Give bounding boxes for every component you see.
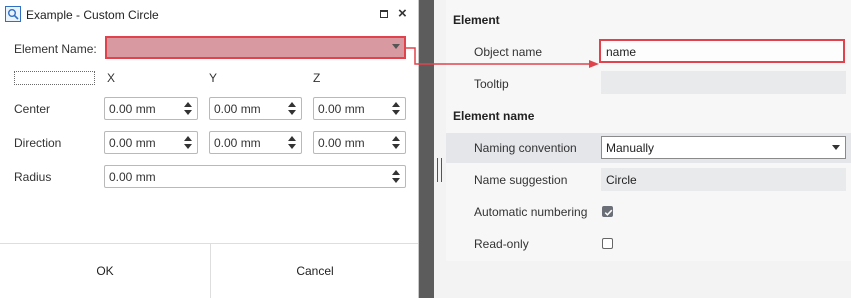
center-y-spinbox[interactable]: 0.00 mm [209,97,302,120]
tooltip-input[interactable] [601,71,846,94]
direction-z-value: 0.00 mm [318,136,365,150]
direction-y-value: 0.00 mm [214,136,261,150]
maximize-icon[interactable] [380,10,388,18]
axis-label-x: X [107,71,116,85]
direction-x-value: 0.00 mm [109,136,156,150]
direction-z-spinbox[interactable]: 0.00 mm [313,131,406,154]
name-suggestion-label: Name suggestion [474,173,568,187]
dialog-titlebar: Example - Custom Circle × [0,0,418,30]
dialog-title: Example - Custom Circle [26,8,159,22]
pane-splitter[interactable] [419,0,434,298]
ok-button[interactable]: OK [0,244,210,298]
object-name-label: Object name [474,45,543,59]
element-name-dropdown[interactable] [105,36,406,59]
naming-convention-label: Naming convention [474,141,577,155]
direction-x-spinbox[interactable]: 0.00 mm [104,131,198,154]
dialog-button-bar: OK Cancel [0,243,418,298]
close-icon[interactable]: × [398,5,407,23]
radius-value: 0.00 mm [109,170,156,184]
cancel-button[interactable]: Cancel [210,244,419,298]
spin-arrows-icon[interactable] [392,170,400,184]
search-app-icon [5,6,21,22]
center-z-value: 0.00 mm [318,102,365,116]
focus-placeholder [14,71,95,85]
element-section-title: Element [453,13,500,27]
center-x-spinbox[interactable]: 0.00 mm [104,97,198,120]
chevron-down-icon [392,44,400,49]
axis-label-z: Z [313,71,321,85]
naming-convention-value: Manually [606,141,655,155]
automatic-numbering-checkbox[interactable] [602,206,613,217]
element-name-section-title: Element name [453,109,535,123]
spin-arrows-icon[interactable] [392,136,400,150]
center-z-spinbox[interactable]: 0.00 mm [313,97,406,120]
center-label: Center [14,102,51,116]
name-suggestion-input[interactable]: Circle [601,168,846,191]
axis-label-y: Y [209,71,218,85]
chevron-down-icon [832,145,840,150]
spin-arrows-icon[interactable] [184,102,192,116]
splitter-grip-icon[interactable] [437,158,442,182]
element-name-label: Element Name: [14,42,97,56]
direction-label: Direction [14,136,62,150]
radius-spinbox[interactable]: 0.00 mm [104,165,406,188]
spin-arrows-icon[interactable] [392,102,400,116]
naming-convention-dropdown[interactable]: Manually [601,136,846,159]
spin-arrows-icon[interactable] [184,136,192,150]
spin-arrows-icon[interactable] [288,136,296,150]
read-only-checkbox[interactable] [602,238,613,249]
automatic-numbering-label: Automatic numbering [474,205,588,219]
name-suggestion-value: Circle [606,173,637,187]
read-only-label: Read-only [474,237,529,251]
center-y-value: 0.00 mm [214,102,261,116]
radius-label: Radius [14,170,52,184]
object-name-input[interactable]: name [599,39,845,63]
spin-arrows-icon[interactable] [288,102,296,116]
direction-y-spinbox[interactable]: 0.00 mm [209,131,302,154]
center-x-value: 0.00 mm [109,102,156,116]
custom-circle-dialog: Example - Custom Circle × Element Name: … [0,0,419,298]
object-name-value: name [606,45,637,59]
tooltip-label: Tooltip [474,77,509,91]
